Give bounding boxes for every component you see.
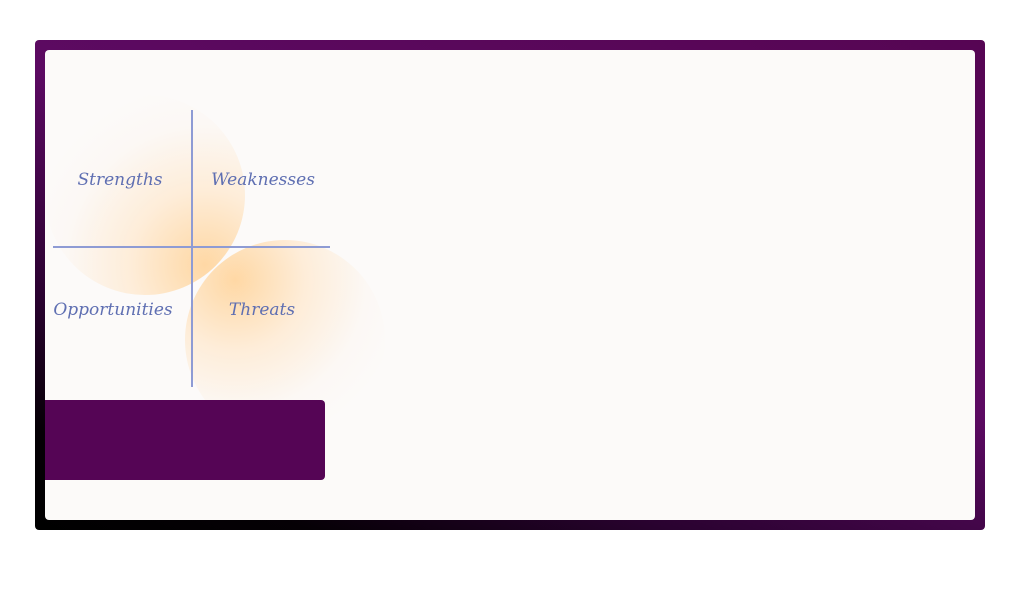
- slide-frame: Strengths Weaknesses Opportunities Threa…: [35, 40, 985, 530]
- swot-horizontal-axis: [53, 246, 330, 248]
- accent-band: [45, 400, 325, 480]
- opportunities-label: Opportunities: [53, 300, 173, 320]
- slide-panel: Strengths Weaknesses Opportunities Threa…: [45, 50, 975, 520]
- weaknesses-label: Weaknesses: [211, 170, 315, 190]
- swot-vertical-axis: [191, 110, 193, 387]
- strengths-label: Strengths: [77, 170, 163, 190]
- threats-label: Threats: [228, 300, 296, 320]
- strengths-highlight: [45, 95, 245, 295]
